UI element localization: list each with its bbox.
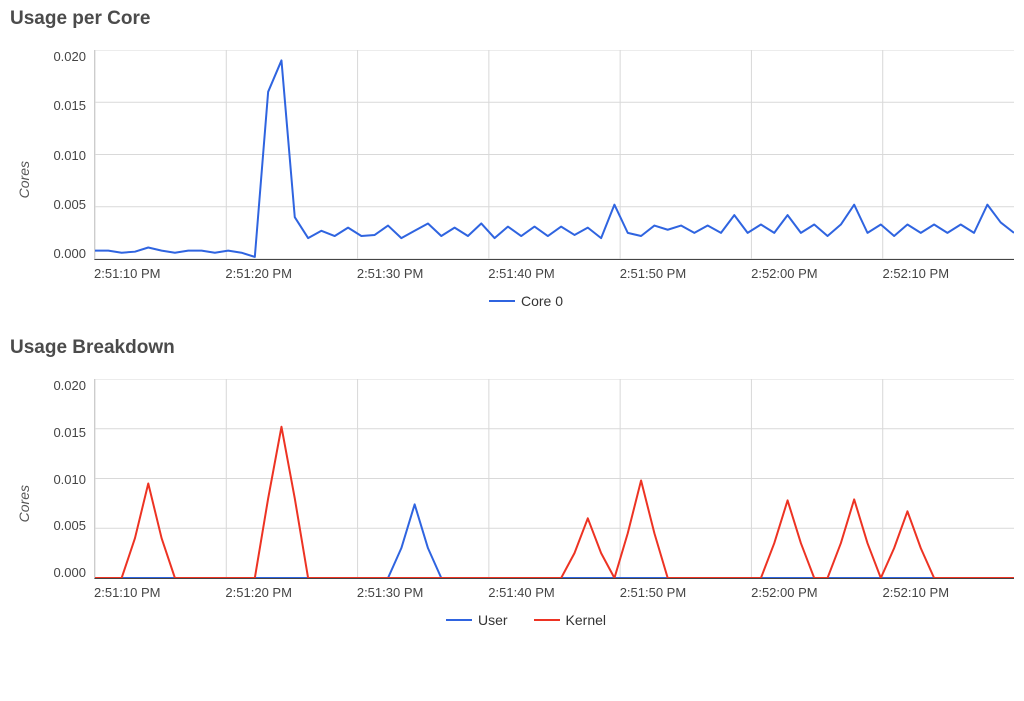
chart-legend: User Kernel: [38, 612, 1014, 628]
chart-title: Usage Breakdown: [10, 337, 1014, 359]
legend-swatch: [534, 619, 560, 621]
legend-item: Core 0: [489, 293, 563, 309]
chart-legend: Core 0: [38, 293, 1014, 309]
y-axis-label-col: Cores: [10, 379, 38, 628]
x-axis-ticks: 2:51:10 PM 2:51:20 PM 2:51:30 PM 2:51:40…: [38, 585, 1014, 600]
x-tick: 2:51:10 PM: [94, 266, 225, 281]
y-axis-label-col: Cores: [10, 50, 38, 309]
legend-label: User: [478, 612, 508, 628]
x-tick: 2:51:20 PM: [225, 266, 356, 281]
x-tick: 2:51:50 PM: [620, 585, 751, 600]
y-tick: 0.010: [53, 149, 86, 162]
x-tick: 2:51:10 PM: [94, 585, 225, 600]
x-axis-ticks: 2:51:10 PM 2:51:20 PM 2:51:30 PM 2:51:40…: [38, 266, 1014, 281]
usage-per-core-chart: Usage per Core Cores 0.020 0.015 0.010 0…: [10, 8, 1014, 309]
y-tick: 0.005: [53, 198, 86, 211]
y-tick: 0.015: [53, 99, 86, 112]
plot-area: [94, 379, 1014, 579]
chart-title: Usage per Core: [10, 8, 1014, 30]
x-tick: 2:52:00 PM: [751, 266, 882, 281]
x-tick: 2:51:40 PM: [488, 266, 619, 281]
y-axis-label: Cores: [16, 161, 32, 198]
plot-area: [94, 50, 1014, 260]
y-tick: 0.000: [53, 566, 86, 579]
x-tick: 2:52:10 PM: [883, 266, 1014, 281]
x-tick: 2:51:40 PM: [488, 585, 619, 600]
y-axis-ticks: 0.020 0.015 0.010 0.005 0.000: [38, 50, 94, 260]
y-tick: 0.015: [53, 426, 86, 439]
legend-swatch: [446, 619, 472, 621]
y-axis-label: Cores: [16, 485, 32, 522]
y-axis-ticks: 0.020 0.015 0.010 0.005 0.000: [38, 379, 94, 579]
legend-label: Core 0: [521, 293, 563, 309]
legend-item: User: [446, 612, 508, 628]
x-tick: 2:52:10 PM: [883, 585, 1014, 600]
y-tick: 0.010: [53, 473, 86, 486]
y-tick: 0.005: [53, 519, 86, 532]
legend-item: Kernel: [534, 612, 606, 628]
y-tick: 0.000: [53, 247, 86, 260]
y-tick: 0.020: [53, 50, 86, 63]
x-tick: 2:51:30 PM: [357, 266, 488, 281]
x-tick: 2:51:20 PM: [225, 585, 356, 600]
x-tick: 2:51:30 PM: [357, 585, 488, 600]
legend-swatch: [489, 300, 515, 302]
x-tick: 2:51:50 PM: [620, 266, 751, 281]
usage-breakdown-chart: Usage Breakdown Cores 0.020 0.015 0.010 …: [10, 337, 1014, 628]
x-tick: 2:52:00 PM: [751, 585, 882, 600]
y-tick: 0.020: [53, 379, 86, 392]
legend-label: Kernel: [566, 612, 606, 628]
